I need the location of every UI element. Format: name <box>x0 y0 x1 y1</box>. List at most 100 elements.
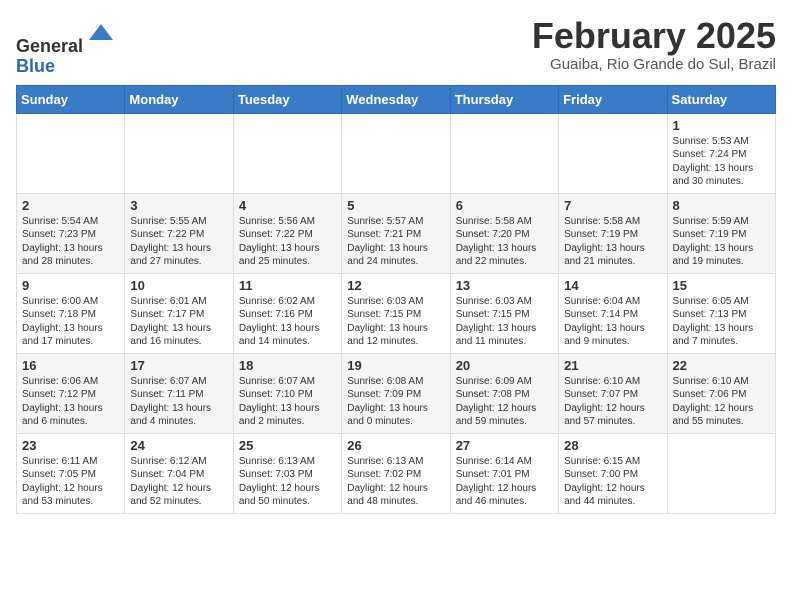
calendar-cell: 25Sunrise: 6:13 AM Sunset: 7:03 PM Dayli… <box>233 433 341 513</box>
day-number: 4 <box>239 198 336 213</box>
calendar-cell: 2 Sunrise: 5:54 AM Sunset: 7:23 PM Daylig… <box>17 193 125 273</box>
calendar-cell <box>559 113 667 193</box>
calendar-cell: 20 Sunrise: 6:09 AM Sunset: 7:08 PM Dayli… <box>450 353 558 433</box>
col-header-tuesday: Tuesday <box>233 85 341 113</box>
day-number: 26 <box>347 438 444 453</box>
day-info: Sunrise: 6:15 AM Sunset: 7:00 PM Dayligh… <box>564 455 661 509</box>
calendar-cell: 18 Sunrise: 6:07 AM Sunset: 7:10 PM Dayli… <box>233 353 341 433</box>
day-info: Sunrise: 6:05 AM Sunset: 7:13 PM Dayligh… <box>673 295 770 349</box>
day-number: 28 <box>564 438 661 453</box>
day-info: Sunrise: 6:12 AM Sunset: 7:04 PM Dayligh… <box>130 455 227 509</box>
day-info: Sunrise: 6:04 AM Sunset: 7:14 PM Dayligh… <box>564 295 661 349</box>
col-header-friday: Friday <box>559 85 667 113</box>
day-info: Sunrise: 6:09 AM Sunset: 7:08 PM Dayligh… <box>456 375 553 429</box>
day-number: 17 <box>130 358 227 373</box>
day-info: Sunrise: 6:10 AM Sunset: 7:07 PM Dayligh… <box>564 375 661 429</box>
calendar-week-row: 1Sunrise: 5:53 AM Sunset: 7:24 PM Daylig… <box>17 113 776 193</box>
calendar-cell: 17 Sunrise: 6:07 AM Sunset: 7:11 PM Dayli… <box>125 353 233 433</box>
col-header-thursday: Thursday <box>450 85 558 113</box>
day-number: 9 <box>22 278 119 293</box>
calendar-cell: 6 Sunrise: 5:58 AM Sunset: 7:20 PM Daylig… <box>450 193 558 273</box>
calendar-week-row: 9 Sunrise: 6:00 AM Sunset: 7:18 PM Daylig… <box>17 273 776 353</box>
day-info: Sunrise: 5:58 AM Sunset: 7:20 PM Dayligh… <box>456 215 553 269</box>
day-info: Sunrise: 5:58 AM Sunset: 7:19 PM Dayligh… <box>564 215 661 269</box>
col-header-sunday: Sunday <box>17 85 125 113</box>
day-number: 25 <box>239 438 336 453</box>
day-info: Sunrise: 6:01 AM Sunset: 7:17 PM Dayligh… <box>130 295 227 349</box>
calendar-cell: 8Sunrise: 5:59 AM Sunset: 7:19 PM Daylig… <box>667 193 775 273</box>
col-header-monday: Monday <box>125 85 233 113</box>
day-number: 18 <box>239 358 336 373</box>
calendar-table: SundayMondayTuesdayWednesdayThursdayFrid… <box>16 85 776 514</box>
logo-text: General <box>16 20 117 57</box>
calendar-cell: 7 Sunrise: 5:58 AM Sunset: 7:19 PM Daylig… <box>559 193 667 273</box>
calendar-cell: 9 Sunrise: 6:00 AM Sunset: 7:18 PM Daylig… <box>17 273 125 353</box>
day-number: 2 <box>22 198 119 213</box>
day-number: 27 <box>456 438 553 453</box>
day-number: 5 <box>347 198 444 213</box>
col-header-wednesday: Wednesday <box>342 85 450 113</box>
month-title: February 2025 <box>532 16 776 56</box>
day-info: Sunrise: 5:55 AM Sunset: 7:22 PM Dayligh… <box>130 215 227 269</box>
day-number: 20 <box>456 358 553 373</box>
day-number: 22 <box>673 358 770 373</box>
day-info: Sunrise: 6:11 AM Sunset: 7:05 PM Dayligh… <box>22 455 119 509</box>
day-number: 1 <box>673 118 770 133</box>
day-number: 23 <box>22 438 119 453</box>
calendar-header-row: SundayMondayTuesdayWednesdayThursdayFrid… <box>17 85 776 113</box>
day-info: Sunrise: 6:03 AM Sunset: 7:15 PM Dayligh… <box>456 295 553 349</box>
day-info: Sunrise: 6:08 AM Sunset: 7:09 PM Dayligh… <box>347 375 444 429</box>
calendar-cell: 21Sunrise: 6:10 AM Sunset: 7:07 PM Dayli… <box>559 353 667 433</box>
calendar-cell <box>667 433 775 513</box>
calendar-cell: 28 Sunrise: 6:15 AM Sunset: 7:00 PM Dayli… <box>559 433 667 513</box>
calendar-week-row: 23 Sunrise: 6:11 AM Sunset: 7:05 PM Dayli… <box>17 433 776 513</box>
day-number: 10 <box>130 278 227 293</box>
day-info: Sunrise: 6:02 AM Sunset: 7:16 PM Dayligh… <box>239 295 336 349</box>
calendar-cell: 11Sunrise: 6:02 AM Sunset: 7:16 PM Dayli… <box>233 273 341 353</box>
logo-blue-text: Blue <box>16 57 117 77</box>
day-number: 7 <box>564 198 661 213</box>
calendar-cell: 23 Sunrise: 6:11 AM Sunset: 7:05 PM Dayli… <box>17 433 125 513</box>
logo-icon <box>85 20 117 52</box>
calendar-cell: 12 Sunrise: 6:03 AM Sunset: 7:15 PM Dayli… <box>342 273 450 353</box>
day-info: Sunrise: 5:57 AM Sunset: 7:21 PM Dayligh… <box>347 215 444 269</box>
day-info: Sunrise: 5:56 AM Sunset: 7:22 PM Dayligh… <box>239 215 336 269</box>
day-info: Sunrise: 5:59 AM Sunset: 7:19 PM Dayligh… <box>673 215 770 269</box>
calendar-cell: 13 Sunrise: 6:03 AM Sunset: 7:15 PM Dayli… <box>450 273 558 353</box>
calendar-cell: 27Sunrise: 6:14 AM Sunset: 7:01 PM Dayli… <box>450 433 558 513</box>
logo-general: General <box>16 36 83 56</box>
day-info: Sunrise: 6:06 AM Sunset: 7:12 PM Dayligh… <box>22 375 119 429</box>
day-info: Sunrise: 6:10 AM Sunset: 7:06 PM Dayligh… <box>673 375 770 429</box>
calendar-cell: 24Sunrise: 6:12 AM Sunset: 7:04 PM Dayli… <box>125 433 233 513</box>
day-info: Sunrise: 6:13 AM Sunset: 7:02 PM Dayligh… <box>347 455 444 509</box>
day-number: 12 <box>347 278 444 293</box>
calendar-cell: 19 Sunrise: 6:08 AM Sunset: 7:09 PM Dayli… <box>342 353 450 433</box>
col-header-saturday: Saturday <box>667 85 775 113</box>
calendar-cell <box>233 113 341 193</box>
day-number: 16 <box>22 358 119 373</box>
day-info: Sunrise: 5:54 AM Sunset: 7:23 PM Dayligh… <box>22 215 119 269</box>
day-number: 19 <box>347 358 444 373</box>
day-number: 3 <box>130 198 227 213</box>
day-info: Sunrise: 6:00 AM Sunset: 7:18 PM Dayligh… <box>22 295 119 349</box>
day-info: Sunrise: 6:07 AM Sunset: 7:11 PM Dayligh… <box>130 375 227 429</box>
day-number: 14 <box>564 278 661 293</box>
day-info: Sunrise: 6:03 AM Sunset: 7:15 PM Dayligh… <box>347 295 444 349</box>
title-area: February 2025 Guaiba, Rio Grande do Sul,… <box>532 16 776 73</box>
calendar-cell: 16 Sunrise: 6:06 AM Sunset: 7:12 PM Dayli… <box>17 353 125 433</box>
calendar-cell: 4 Sunrise: 5:56 AM Sunset: 7:22 PM Daylig… <box>233 193 341 273</box>
calendar-cell: 15 Sunrise: 6:05 AM Sunset: 7:13 PM Dayli… <box>667 273 775 353</box>
logo: General Blue <box>16 20 117 77</box>
calendar-cell: 14 Sunrise: 6:04 AM Sunset: 7:14 PM Dayli… <box>559 273 667 353</box>
location-text: Guaiba, Rio Grande do Sul, Brazil <box>532 56 776 73</box>
calendar-cell: 10 Sunrise: 6:01 AM Sunset: 7:17 PM Dayli… <box>125 273 233 353</box>
logo-blue: Blue <box>16 56 55 76</box>
calendar-cell: 3 Sunrise: 5:55 AM Sunset: 7:22 PM Daylig… <box>125 193 233 273</box>
calendar-cell: 5 Sunrise: 5:57 AM Sunset: 7:21 PM Daylig… <box>342 193 450 273</box>
calendar-cell: 1Sunrise: 5:53 AM Sunset: 7:24 PM Daylig… <box>667 113 775 193</box>
day-number: 13 <box>456 278 553 293</box>
day-info: Sunrise: 6:07 AM Sunset: 7:10 PM Dayligh… <box>239 375 336 429</box>
calendar-cell: 26 Sunrise: 6:13 AM Sunset: 7:02 PM Dayli… <box>342 433 450 513</box>
day-number: 6 <box>456 198 553 213</box>
day-number: 15 <box>673 278 770 293</box>
